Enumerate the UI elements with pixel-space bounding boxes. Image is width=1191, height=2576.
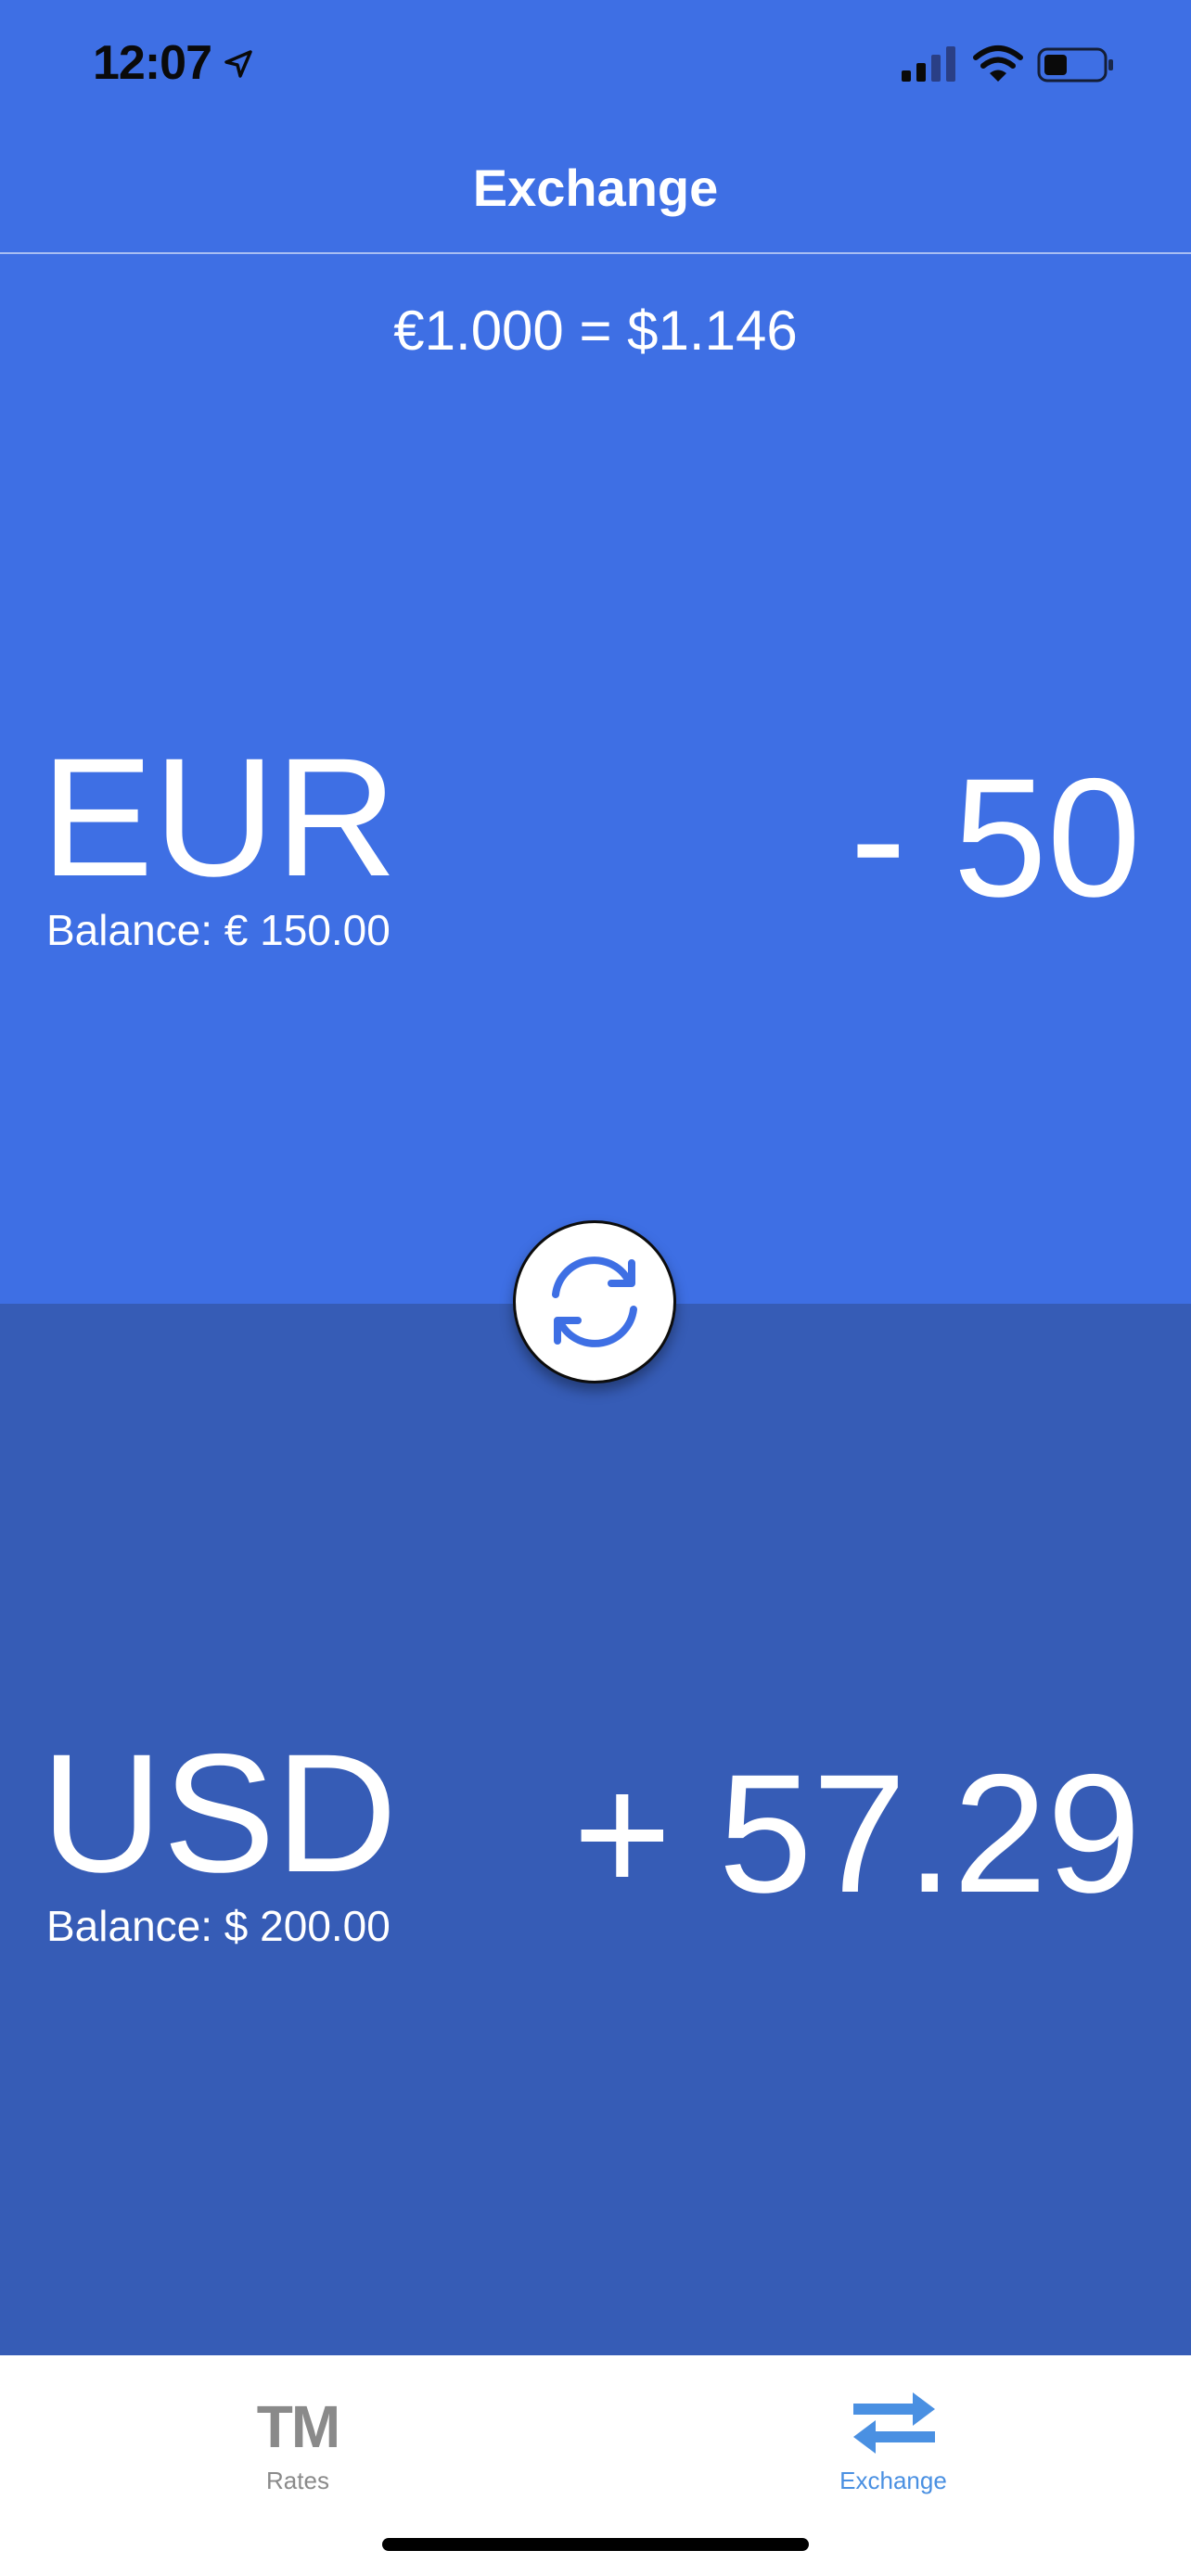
tab-rates[interactable]: TM Rates — [0, 2355, 596, 2504]
tm-icon: TM — [256, 2393, 340, 2460]
from-currency-balance: Balance: € 150.00 — [46, 906, 391, 954]
home-indicator[interactable] — [382, 2538, 809, 2551]
refresh-icon — [552, 1256, 637, 1347]
to-amount-value[interactable]: + 57.29 — [573, 1749, 1141, 1918]
battery-icon — [1037, 47, 1113, 83]
header-divider — [0, 252, 1191, 254]
from-currency-code[interactable]: EUR — [41, 733, 397, 901]
status-time: 12:07 — [93, 36, 212, 90]
wifi-icon — [973, 45, 1023, 82]
tab-exchange-label: Exchange — [839, 2467, 947, 2494]
swap-currencies-button[interactable] — [513, 1220, 676, 1384]
exchange-rate-label: €1.000 = $1.146 — [393, 300, 798, 362]
page-title: Exchange — [472, 159, 719, 217]
tab-rates-label: Rates — [266, 2467, 329, 2494]
exchange-arrows-icon — [853, 2392, 935, 2454]
location-arrow-icon — [224, 50, 252, 78]
from-amount-input[interactable]: - 50 — [850, 753, 1141, 922]
to-currency-code[interactable]: USD — [41, 1728, 397, 1897]
cellular-signal-icon — [902, 46, 955, 82]
to-currency-balance: Balance: $ 200.00 — [46, 1902, 391, 1950]
tab-exchange[interactable]: Exchange — [596, 2355, 1191, 2504]
